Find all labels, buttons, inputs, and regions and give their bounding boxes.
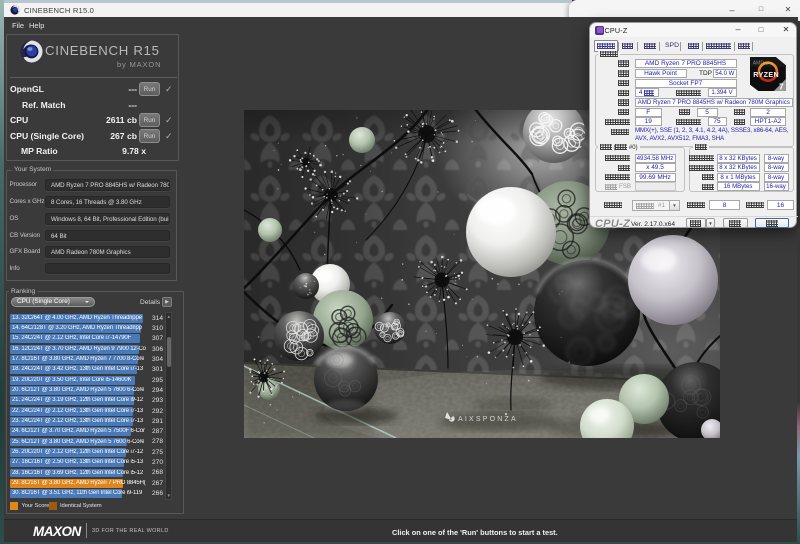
svg-text:7: 7 (779, 83, 784, 91)
svg-text:AIXSPONZA: AIXSPONZA (458, 416, 518, 423)
svg-text:RYZEN: RYZEN (753, 71, 779, 79)
